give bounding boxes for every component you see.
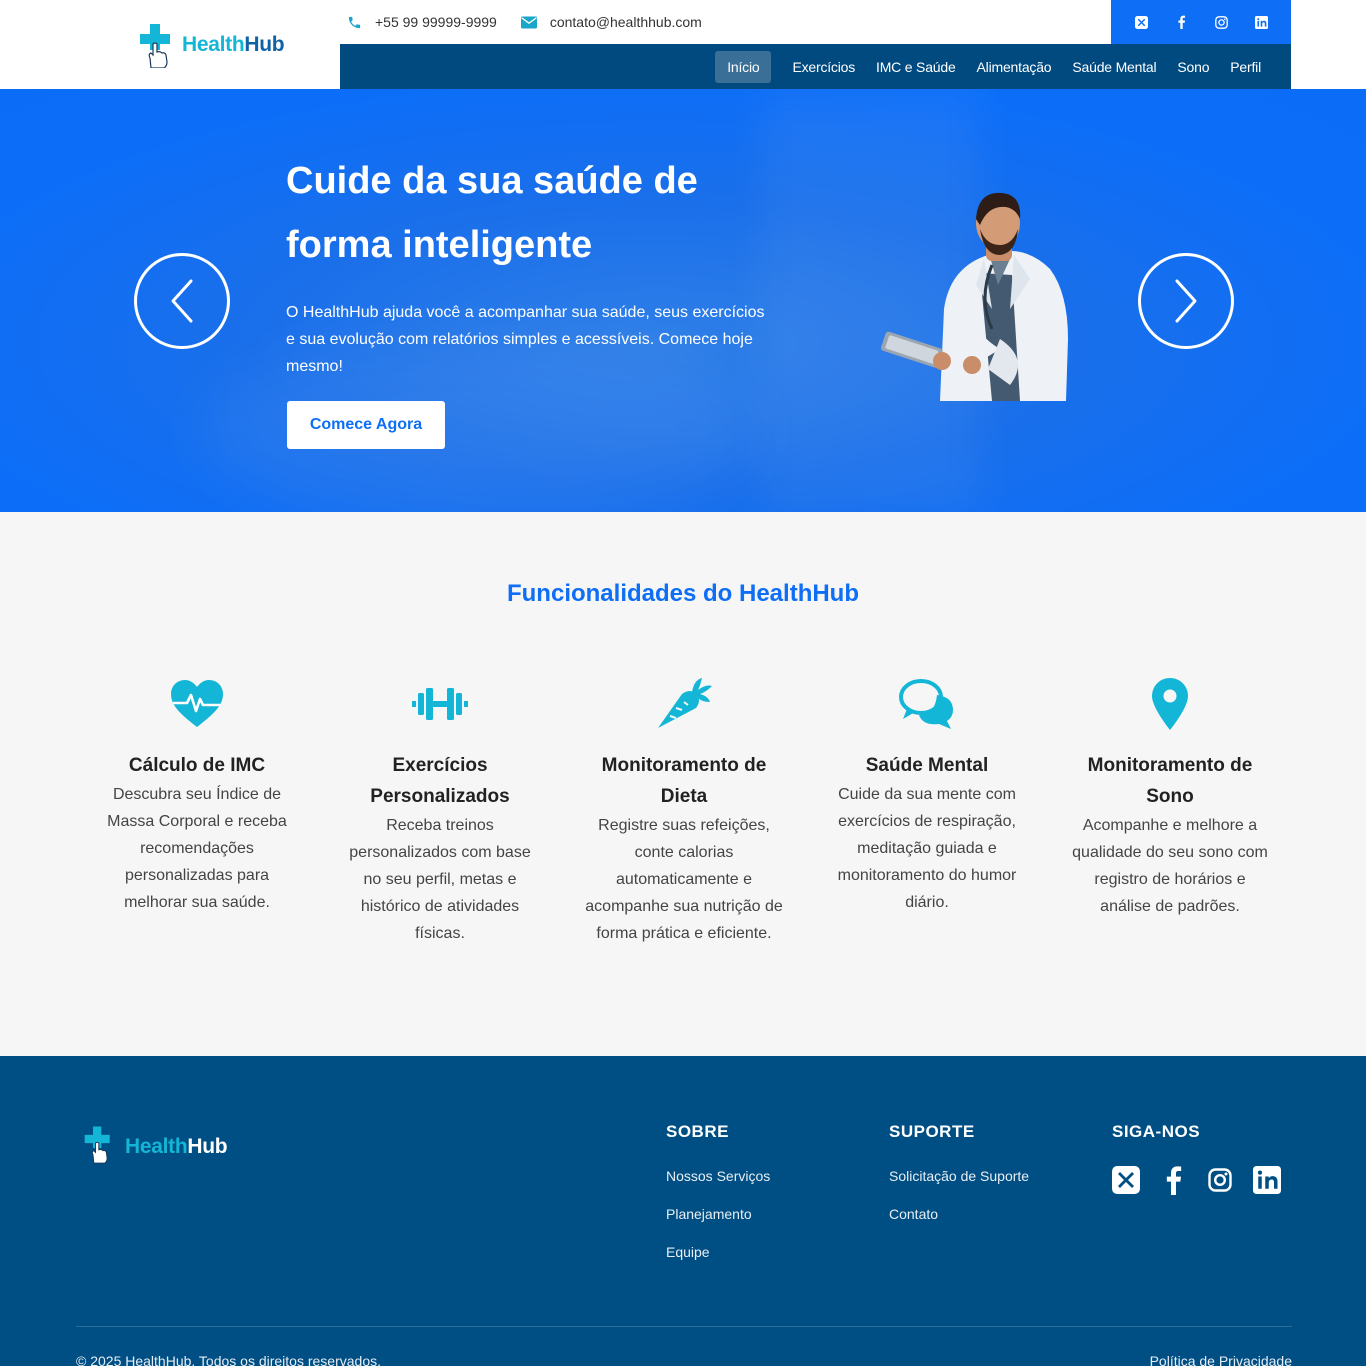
email-address[interactable]: contato@healthhub.com — [550, 14, 702, 30]
copyright-text: © 2025 HealthHub. Todos os direitos rese… — [76, 1353, 382, 1366]
feature-description: Registre suas refeições, conte calorias … — [585, 817, 783, 942]
privacy-policy-link[interactable]: Política de Privacidade — [1150, 1353, 1292, 1366]
x-icon[interactable] — [1112, 1166, 1140, 1194]
hero-text: O HealthHub ajuda você a acompanhar sua … — [286, 304, 765, 375]
footer: HealthHub SOBRE Nossos Serviços Planejam… — [0, 1056, 1366, 1366]
nav-item-perfil[interactable]: Perfil — [1220, 51, 1271, 83]
doctor-illustration — [880, 189, 1070, 401]
feature-description: Acompanhe e melhore a qualidade do seu s… — [1072, 817, 1268, 915]
brand-name: HealthHub — [182, 33, 285, 56]
feature-description: Descubra seu Índice de Massa Corporal e … — [107, 786, 287, 911]
phone-number[interactable]: +55 99 99999-9999 — [375, 14, 497, 30]
facebook-icon[interactable] — [1159, 1166, 1187, 1195]
x-icon[interactable] — [1134, 15, 1148, 29]
feature-card-dieta: Monitoramento de Dieta Registre suas ref… — [584, 676, 784, 947]
feature-title: Monitoramento de Dieta — [601, 755, 767, 807]
email-contact: contato@healthhub.com — [520, 14, 702, 30]
hero-carousel: Cuide da sua saúde de forma inteligente … — [0, 89, 1366, 512]
contact-bar: +55 99 99999-9999 contato@healthhub.com — [340, 0, 1111, 44]
facebook-icon[interactable] — [1174, 15, 1188, 29]
instagram-icon[interactable] — [1214, 15, 1228, 29]
feature-description: Cuide da sua mente com exercícios de res… — [837, 786, 1017, 911]
nav-item-inicio[interactable]: Início — [715, 50, 772, 83]
feature-card-sono: Monitoramento de Sono Acompanhe e melhor… — [1070, 676, 1270, 920]
feature-card-imc: Cálculo de IMC Descubra seu Índice de Ma… — [97, 676, 297, 916]
chat-icon — [897, 676, 957, 732]
medical-cross-hand-icon — [138, 22, 174, 69]
carousel-prev-button[interactable] — [134, 253, 230, 349]
carousel-next-button[interactable] — [1138, 253, 1234, 349]
nav-item-sono[interactable]: Sono — [1167, 51, 1219, 83]
footer-link-planejamento[interactable]: Planejamento — [666, 1206, 770, 1222]
chevron-left-icon — [171, 279, 193, 323]
footer-link-contato[interactable]: Contato — [889, 1206, 1029, 1222]
feature-title: Cálculo de IMC — [128, 755, 266, 776]
footer-link-servicos[interactable]: Nossos Serviços — [666, 1168, 770, 1184]
logo[interactable]: HealthHub — [138, 22, 285, 69]
phone-contact: +55 99 99999-9999 — [346, 14, 497, 30]
feature-description: Receba treinos personalizados com base n… — [349, 817, 531, 942]
header-social-links — [1111, 0, 1291, 44]
nav-item-saude-mental[interactable]: Saúde Mental — [1062, 51, 1166, 83]
nav-item-imc-saude[interactable]: IMC e Saúde — [866, 51, 966, 83]
header: HealthHub +55 99 99999-9999 contato@heal… — [0, 0, 1366, 89]
get-started-button[interactable]: Comece Agora — [287, 401, 445, 449]
main-nav: Início Exercícios IMC e Saúde Alimentaçã… — [340, 44, 1291, 89]
footer-divider — [76, 1326, 1292, 1327]
footer-logo[interactable]: HealthHub — [83, 1124, 228, 1169]
feature-title: Saúde Mental — [865, 755, 989, 776]
linkedin-icon[interactable] — [1254, 15, 1268, 29]
footer-column-sobre: SOBRE Nossos Serviços Planejamento Equip… — [666, 1122, 770, 1282]
carrot-icon — [654, 676, 714, 732]
dumbbell-icon — [410, 676, 470, 732]
footer-heading: SUPORTE — [889, 1122, 975, 1141]
nav-item-exercicios[interactable]: Exercícios — [782, 51, 865, 83]
feature-title: Exercícios Personalizados — [370, 755, 510, 807]
location-pin-icon — [1140, 676, 1200, 732]
footer-social-links — [1112, 1166, 1281, 1195]
instagram-icon[interactable] — [1206, 1166, 1234, 1194]
phone-icon — [346, 14, 362, 30]
footer-column-siga: SIGA-NOS — [1112, 1122, 1281, 1195]
brand-name: HealthHub — [125, 1134, 228, 1158]
footer-column-suporte: SUPORTE Solicitação de Suporte Contato — [889, 1122, 1029, 1244]
heartbeat-icon — [167, 676, 227, 732]
footer-heading: SIGA-NOS — [1112, 1122, 1201, 1141]
medical-cross-hand-icon — [83, 1124, 113, 1169]
footer-link-equipe[interactable]: Equipe — [666, 1244, 770, 1260]
footer-link-suporte[interactable]: Solicitação de Suporte — [889, 1168, 1029, 1184]
hero-title: Cuide da sua saúde de forma inteligente — [286, 160, 698, 266]
envelope-icon — [520, 14, 537, 30]
features-title: Funcionalidades do HealthHub — [506, 580, 860, 607]
linkedin-icon[interactable] — [1253, 1166, 1281, 1194]
feature-card-saude-mental: Saúde Mental Cuide da sua mente com exer… — [827, 676, 1027, 916]
footer-heading: SOBRE — [666, 1122, 729, 1141]
feature-card-exercicios: Exercícios Personalizados Receba treinos… — [340, 676, 540, 947]
chevron-right-icon — [1175, 279, 1197, 323]
nav-item-alimentacao[interactable]: Alimentação — [967, 51, 1062, 83]
feature-title: Monitoramento de Sono — [1087, 755, 1253, 807]
